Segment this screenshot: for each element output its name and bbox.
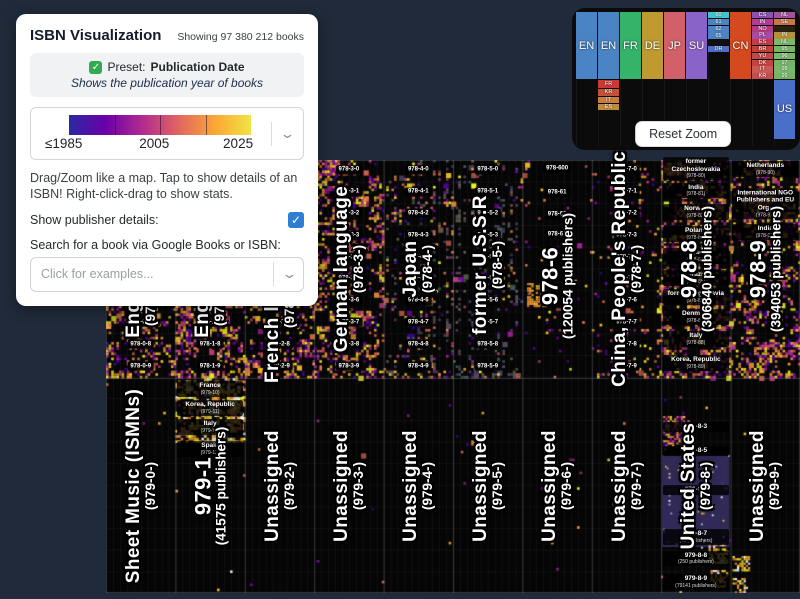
preset-label: Preset: — [107, 60, 145, 74]
minimap-cell-JP[interactable]: JP — [664, 12, 685, 79]
search-placeholder: Click for examples... — [41, 267, 154, 281]
minimap-cell-EN[interactable]: EN — [576, 12, 597, 79]
gradient-tick — [206, 115, 207, 135]
chevron-down-icon: ⌄ — [275, 266, 303, 282]
minimap-column-7: CN — [730, 12, 751, 146]
reset-zoom-button[interactable]: Reset Zoom — [635, 121, 731, 147]
preset-description: Shows the publication year of books — [38, 76, 296, 90]
page-title: ISBN Visualization — [30, 27, 161, 44]
minimap-column-9: NLSEINNL9596979899US — [774, 12, 795, 146]
minimap-cell-99[interactable]: 99 — [774, 73, 795, 79]
minimap-cell-NO[interactable]: NO — [752, 26, 773, 32]
minimap-cell-FR[interactable]: FR — [598, 80, 619, 88]
legend-max-label: 2025 — [223, 136, 253, 151]
minimap-cell-ES[interactable]: ES — [598, 104, 619, 111]
preset-check-icon: ✓ — [89, 61, 102, 74]
minimap-cell-BR[interactable]: BR — [752, 46, 773, 52]
control-panel: ISBN Visualization Showing 97 380 212 bo… — [16, 14, 318, 306]
minimap-cell-62[interactable]: 62 — [708, 26, 729, 32]
minimap-cell-US[interactable]: US — [774, 80, 795, 139]
minimap-cell-IN[interactable]: IN — [774, 32, 795, 38]
minimap-cell-ES[interactable]: ES — [752, 39, 773, 45]
chevron-down-icon[interactable]: ⌄ — [273, 126, 301, 142]
legend-min-label: ≤1985 — [45, 136, 82, 151]
minimap-cell-DE[interactable]: DE — [642, 12, 663, 79]
gradient-tick — [160, 115, 161, 135]
search-label: Search for a book via Google Books or IS… — [30, 238, 304, 252]
minimap-cell-DR[interactable]: DR — [708, 46, 729, 52]
legend-labels: ≤1985 2005 2025 — [39, 136, 267, 153]
minimap-cell-EN[interactable]: EN — [598, 12, 619, 79]
isbn-visualization-app: 978-0-0978-0-1978-0-2978-0-3978-0-4978-0… — [0, 0, 800, 599]
minimap-cell-NL[interactable]: NL — [774, 12, 795, 18]
legend-gradient-area: ≤1985 2005 2025 — [39, 115, 267, 153]
minimap-cell-CN[interactable]: CN — [730, 12, 751, 79]
minimap-cell-98[interactable]: 98 — [774, 66, 795, 72]
legend[interactable]: ≤1985 2005 2025 ⌄ — [30, 107, 304, 160]
color-gradient-bar — [69, 115, 251, 135]
minimap-cell-NL[interactable]: NL — [774, 39, 795, 45]
divider — [271, 122, 272, 146]
publisher-details-checkbox[interactable]: ✓ — [288, 212, 304, 228]
minimap-cell-KR[interactable]: KR — [598, 89, 619, 96]
minimap-cell-blank[interactable] — [774, 26, 795, 32]
legend-mid-label: 2005 — [139, 136, 169, 151]
help-text: Drag/Zoom like a map. Tap to show detail… — [30, 170, 304, 203]
minimap-cell-PL[interactable]: PL — [752, 32, 773, 38]
minimap-cell-IT[interactable]: IT — [752, 66, 773, 72]
books-count: Showing 97 380 212 books — [177, 31, 304, 43]
minimap-cell-95[interactable]: 95 — [774, 46, 795, 52]
publisher-toggle-row: Show publisher details: ✓ — [30, 212, 304, 228]
preset-selector[interactable]: ✓ Preset: Publication Date Shows the pub… — [30, 53, 304, 97]
minimap-cell-IN[interactable]: IN — [752, 19, 773, 25]
publisher-toggle-label: Show publisher details: — [30, 213, 159, 227]
minimap-column-8: CSINNOPLESBRYUDKITKR — [752, 12, 773, 146]
divider — [273, 262, 274, 286]
minimap-cell-CS[interactable]: CS — [752, 12, 773, 18]
panel-header: ISBN Visualization Showing 97 380 212 bo… — [30, 27, 304, 44]
minimap-cell-KR[interactable]: KR — [752, 73, 773, 79]
minimap-cell-61[interactable]: 61 — [708, 19, 729, 25]
minimap-cell-65[interactable]: 65 — [708, 32, 729, 39]
gradient-tick — [115, 115, 116, 135]
minimap-cell-60[interactable]: 60 — [708, 12, 729, 18]
search-select[interactable]: Click for examples... ⌄ — [30, 257, 304, 292]
minimap-cell-YU[interactable]: YU — [752, 53, 773, 59]
minimap-column-0: EN — [576, 12, 597, 146]
minimap-cell-97[interactable]: 97 — [774, 60, 795, 66]
minimap[interactable]: ENENFRKRITESFRDEJPSU60616265DRCNCSINNOPL… — [572, 8, 800, 150]
minimap-cell-96[interactable]: 96 — [774, 53, 795, 59]
minimap-cell-FR[interactable]: FR — [620, 12, 641, 79]
preset-value: Publication Date — [151, 60, 245, 74]
minimap-cell-DK[interactable]: DK — [752, 60, 773, 66]
minimap-cell-blank[interactable] — [708, 40, 729, 46]
minimap-cell-IT[interactable]: IT — [598, 97, 619, 104]
minimap-cell-SE[interactable]: SE — [774, 19, 795, 25]
minimap-column-1: ENFRKRITES — [598, 12, 619, 146]
minimap-cell-SU[interactable]: SU — [686, 12, 707, 79]
